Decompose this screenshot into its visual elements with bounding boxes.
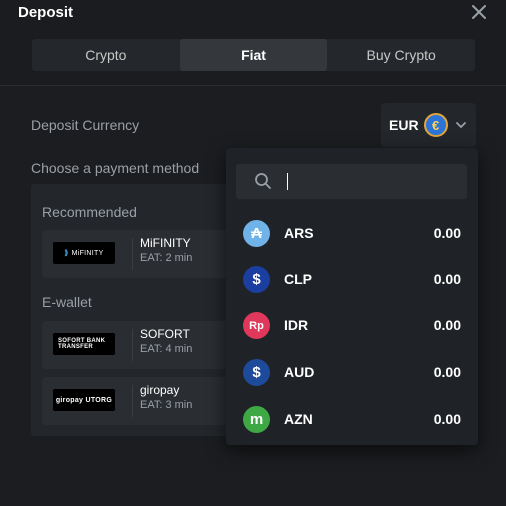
aud-coin-icon: $ (243, 359, 270, 386)
coin-symbol: $ (252, 271, 261, 288)
currency-amount: 0.00 (433, 317, 461, 333)
selected-currency-code: EUR (389, 117, 419, 133)
currency-code: IDR (284, 317, 309, 333)
divider (132, 238, 133, 270)
dialog-title: Deposit (18, 4, 74, 21)
idr-coin-icon: Rp (243, 312, 270, 339)
azn-coin-icon: m (243, 406, 270, 433)
close-button[interactable] (467, 0, 491, 24)
currency-option-azn[interactable]: m AZN 0.00 (226, 397, 478, 443)
currency-option-clp[interactable]: $ CLP 0.00 (226, 257, 478, 303)
currency-amount: 0.00 (433, 271, 461, 287)
method-eat: EAT: 2 min (140, 252, 193, 264)
coin-symbol: Rp (249, 319, 264, 332)
coin-symbol: ₳ (251, 225, 262, 242)
search-input[interactable] (286, 164, 456, 199)
currency-search[interactable] (236, 164, 467, 199)
search-icon (255, 173, 271, 189)
currency-option-idr[interactable]: Rp IDR 0.00 (226, 303, 478, 349)
currency-code: ARS (284, 225, 314, 241)
mifinity-logo-text: MiFINITY (71, 249, 104, 257)
mifinity-mark-icon: ⟫ (64, 250, 69, 257)
sofort-logo: SOFORT BANK TRANSFER (53, 333, 115, 355)
tab-fiat[interactable]: Fiat (179, 39, 328, 71)
sofort-logo-text: SOFORT BANK TRANSFER (58, 338, 106, 350)
method-giropay[interactable]: giropay UTORG giropay EAT: 3 min (42, 377, 242, 425)
coin-symbol: $ (252, 364, 261, 381)
ewallet-heading: E-wallet (42, 294, 92, 310)
currency-code: CLP (284, 271, 312, 287)
currency-amount: 0.00 (433, 225, 461, 241)
recommended-heading: Recommended (42, 204, 137, 220)
method-name: MiFINITY (140, 236, 191, 250)
deposit-currency-label: Deposit Currency (31, 117, 140, 133)
method-name: giropay (140, 383, 180, 397)
method-eat: EAT: 3 min (140, 399, 193, 411)
divider (132, 329, 133, 361)
method-eat: EAT: 4 min (140, 343, 193, 355)
tab-crypto[interactable]: Crypto (32, 39, 180, 71)
currency-option-ars[interactable]: ₳ ARS 0.00 (226, 211, 478, 257)
currency-amount: 0.00 (433, 411, 461, 427)
currency-code: AUD (284, 364, 315, 380)
tab-bar: Crypto Fiat Buy Crypto (32, 39, 475, 71)
giropay-logo-text: giropay UTORG (55, 396, 113, 404)
dialog-header: Deposit Crypto Fiat Buy Crypto (0, 0, 506, 86)
close-icon (472, 5, 486, 19)
clp-coin-icon: $ (243, 266, 270, 293)
giropay-logo: giropay UTORG (53, 389, 115, 411)
tab-buy-crypto[interactable]: Buy Crypto (327, 39, 475, 71)
mifinity-logo: ⟫ MiFINITY (53, 242, 115, 264)
currency-option-aud[interactable]: $ AUD 0.00 (226, 350, 478, 396)
currency-selector[interactable]: EUR € (381, 103, 476, 147)
euro-coin-icon: € (423, 113, 448, 137)
method-sofort[interactable]: SOFORT BANK TRANSFER SOFORT EAT: 4 min (42, 321, 242, 369)
currency-code: AZN (284, 411, 313, 427)
euro-symbol: € (431, 117, 440, 133)
chevron-down-icon (455, 122, 466, 129)
currency-dropdown: ₳ ARS 0.00 $ CLP 0.00 Rp IDR 0.00 $ AUD … (226, 148, 478, 445)
ars-coin-icon: ₳ (243, 220, 270, 247)
payment-method-label: Choose a payment method (31, 160, 200, 176)
currency-amount: 0.00 (433, 364, 461, 380)
coin-symbol: m (249, 411, 264, 428)
method-name: SOFORT (140, 327, 190, 341)
divider (132, 385, 133, 417)
method-mifinity[interactable]: ⟫ MiFINITY MiFINITY EAT: 2 min (42, 230, 242, 278)
